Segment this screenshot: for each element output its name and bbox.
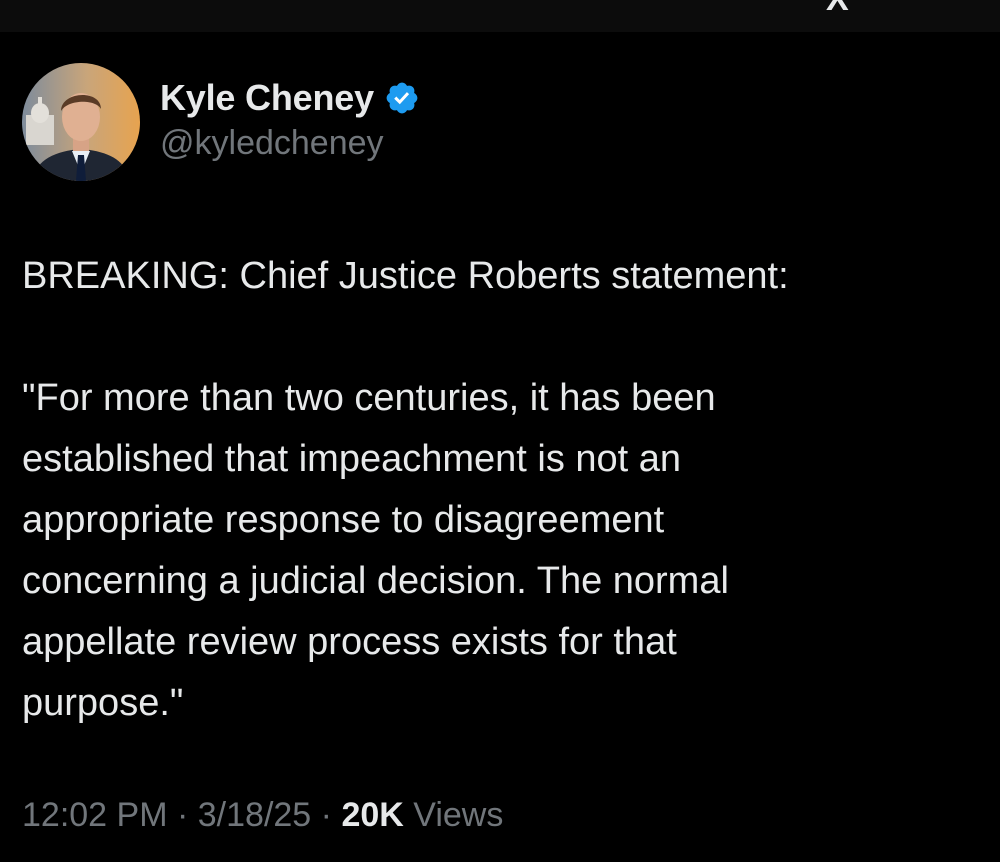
tweet-date[interactable]: 3/18/25 bbox=[198, 796, 311, 834]
views-count[interactable]: 20K bbox=[341, 796, 403, 834]
tweet-text: BREAKING: Chief Justice Roberts statemen… bbox=[22, 246, 972, 734]
tweet-line: purpose." bbox=[22, 682, 184, 724]
display-name[interactable]: Kyle Cheney bbox=[160, 77, 374, 119]
tweet-line: "For more than two centuries, it has bee… bbox=[22, 377, 716, 419]
tweet-line: concerning a judicial decision. The norm… bbox=[22, 560, 729, 602]
tweet-line: appropriate response to disagreement bbox=[22, 499, 665, 541]
tweet-line: BREAKING: Chief Justice Roberts statemen… bbox=[22, 255, 789, 297]
avatar[interactable] bbox=[22, 63, 140, 181]
name-row: Kyle Cheney bbox=[160, 76, 420, 120]
tweet-meta: 12:02 PM · 3/18/25 · 20K Views bbox=[22, 796, 503, 835]
meta-separator: · bbox=[320, 796, 332, 834]
views-label: Views bbox=[413, 796, 504, 834]
user-handle[interactable]: @kyledcheney bbox=[160, 124, 420, 163]
tweet-line: established that impeachment is not an bbox=[22, 438, 682, 480]
tweet-line: appellate review process exists for that bbox=[22, 621, 677, 663]
profile-photo-icon bbox=[22, 63, 140, 181]
top-bar: X bbox=[0, 0, 1000, 32]
meta-separator: · bbox=[176, 796, 189, 834]
x-logo-icon: X bbox=[826, 0, 851, 19]
verified-badge-icon[interactable] bbox=[384, 80, 420, 116]
tweet-time[interactable]: 12:02 PM bbox=[22, 796, 168, 834]
tweet-line-spacer bbox=[22, 307, 972, 368]
author-info: Kyle Cheney @kyledcheney bbox=[160, 76, 420, 163]
